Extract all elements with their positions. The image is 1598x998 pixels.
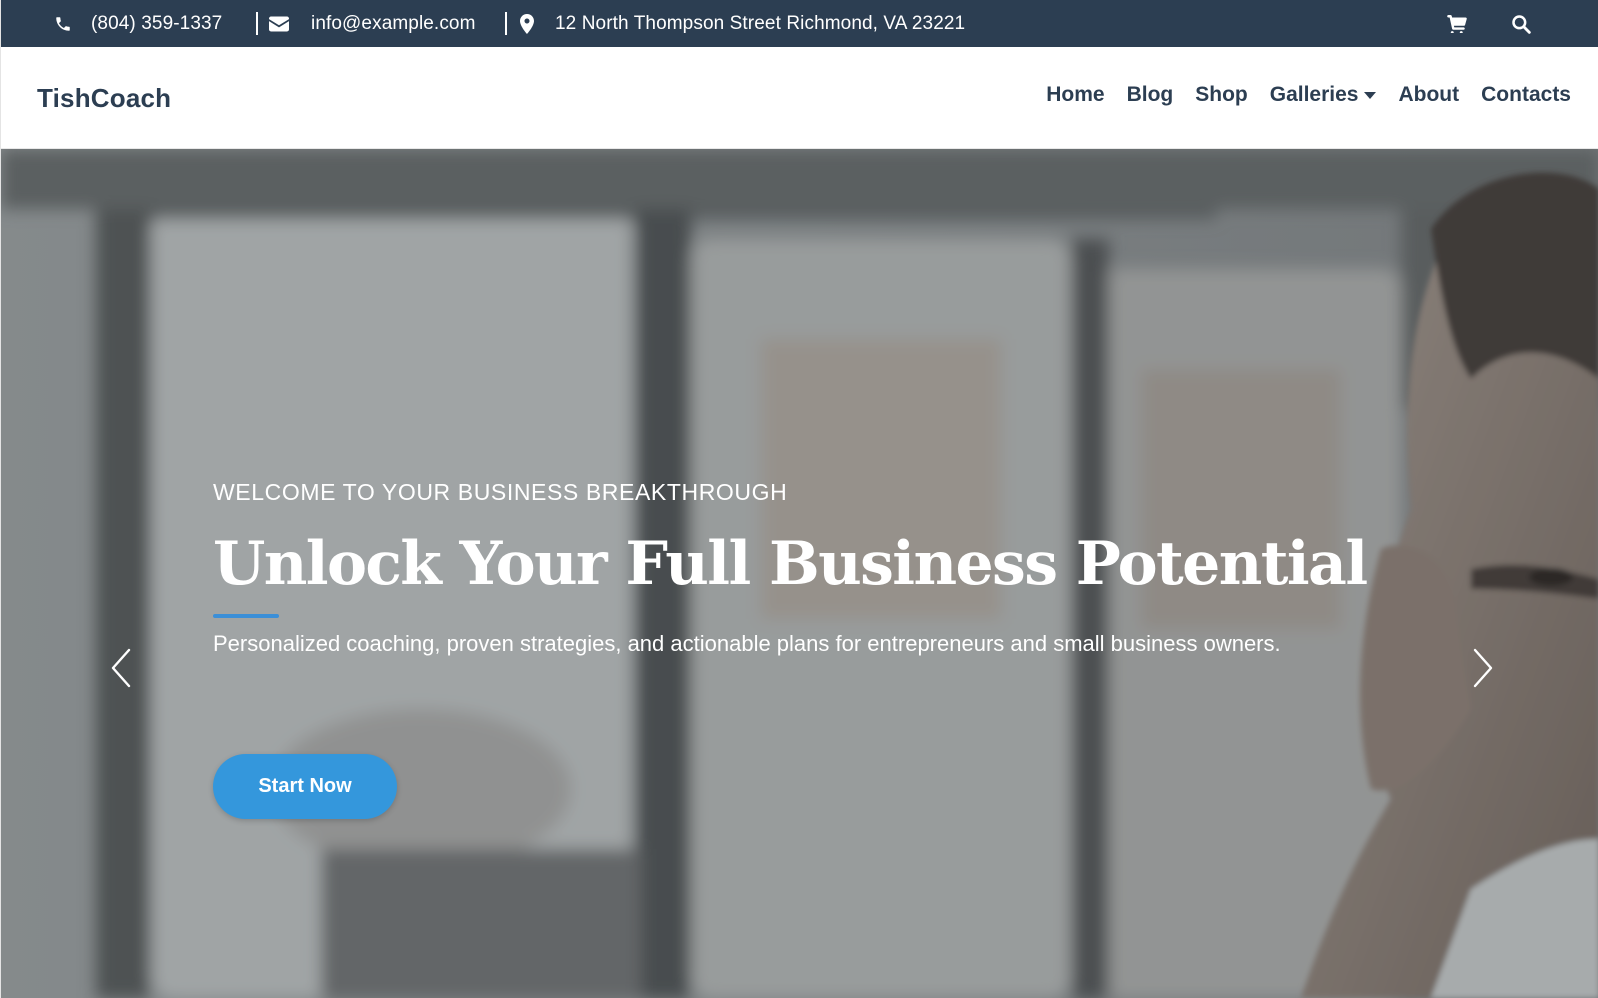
shopping-cart-icon <box>1447 14 1467 34</box>
nav-galleries-label: Galleries <box>1269 83 1359 106</box>
nav-shop[interactable]: Shop <box>1195 83 1248 107</box>
slider-prev-button[interactable] <box>107 647 137 689</box>
site-logo[interactable]: TishCoach <box>37 83 171 114</box>
hero-subtitle: Personalized coaching, proven strategies… <box>213 631 1281 656</box>
slider-next-button[interactable] <box>1467 647 1497 689</box>
hero-title: Unlock Your Full Business Potential <box>213 529 1368 599</box>
start-now-button[interactable]: Start Now <box>213 754 397 819</box>
email-address: info@example.com <box>311 12 476 34</box>
email-contact[interactable]: info@example.com <box>269 0 476 47</box>
chevron-right-icon <box>1467 647 1497 689</box>
phone-icon <box>53 14 73 34</box>
nav-home[interactable]: Home <box>1046 83 1104 107</box>
main-menu: Home Blog Shop Galleries About Contacts <box>1024 83 1571 107</box>
map-marker-icon <box>517 13 537 34</box>
envelope-icon <box>269 14 289 34</box>
caret-down-icon <box>1364 92 1377 99</box>
nav-about[interactable]: About <box>1398 83 1459 107</box>
phone-contact[interactable]: (804) 359-1337 <box>53 0 222 47</box>
hero-eyebrow: WELCOME TO YOUR BUSINESS BREAKTHROUGH <box>213 479 788 505</box>
search-button[interactable] <box>1511 0 1531 47</box>
divider <box>505 12 507 35</box>
search-icon <box>1511 14 1531 34</box>
hero-slider: WELCOME TO YOUR BUSINESS BREAKTHROUGH Un… <box>1 149 1598 998</box>
phone-number: (804) 359-1337 <box>91 12 223 34</box>
accent-divider <box>213 614 279 618</box>
nav-contacts[interactable]: Contacts <box>1481 83 1571 107</box>
chevron-left-icon <box>107 647 137 689</box>
hero-content: WELCOME TO YOUR BUSINESS BREAKTHROUGH Un… <box>213 479 1393 663</box>
nav-blog[interactable]: Blog <box>1127 83 1174 107</box>
street-address: 12 North Thompson Street Richmond, VA 23… <box>555 12 966 34</box>
address-contact: 12 North Thompson Street Richmond, VA 23… <box>517 0 965 47</box>
top-contact-bar: (804) 359-1337 info@example.com 12 North… <box>1 0 1598 47</box>
page: (804) 359-1337 info@example.com 12 North… <box>0 0 1598 998</box>
divider <box>256 12 258 35</box>
main-navbar: TishCoach Home Blog Shop Galleries About… <box>1 47 1598 149</box>
nav-galleries-dropdown[interactable]: Galleries <box>1270 83 1377 107</box>
cart-button[interactable] <box>1447 0 1467 47</box>
